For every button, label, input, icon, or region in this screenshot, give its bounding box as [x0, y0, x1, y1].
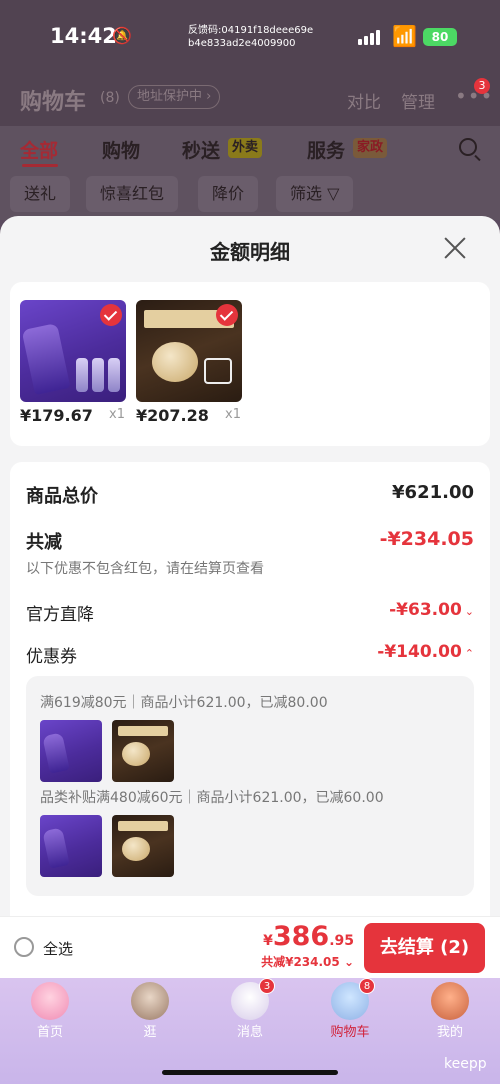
profile-avatar-icon — [431, 982, 469, 1020]
total-reduce-label: 共减 — [26, 532, 62, 553]
coupon-line: 满619减80元｜商品小计621.00，已减80.00 — [40, 695, 328, 711]
saving-summary[interactable]: 共减¥234.05 ⌄ — [261, 953, 354, 970]
message-badge: 3 — [259, 978, 275, 994]
tab-all[interactable]: 全部 — [20, 136, 58, 163]
products-card: ¥179.67 x1 ¥207.28 x1 — [10, 282, 490, 446]
coupon-value: -¥140.00 — [377, 642, 462, 662]
nav-messages[interactable]: 3 消息 — [215, 978, 285, 1040]
product-image — [20, 300, 126, 402]
bottom-tab-bar: 首页 逛 3 消息 8 购物车 我的 keepp — [0, 978, 500, 1084]
product-price: ¥179.67 — [20, 406, 93, 425]
product-qty: x1 — [225, 407, 241, 422]
coupon-detail-box: 满619减80元｜商品小计621.00，已减80.00 品类补贴满480减60元… — [26, 676, 474, 896]
amount-detail-sheet: 金额明细 ¥179.67 x1 ¥207.28 x1 商品总价 ¥621.00 … — [0, 216, 500, 978]
nav-label: 消息 — [236, 1025, 263, 1040]
filter-red-packet[interactable]: 惊喜红包 — [86, 176, 179, 212]
filter-gift[interactable]: 送礼 — [10, 176, 71, 212]
nav-label: 购物车 — [330, 1025, 370, 1040]
page-title: 购物车 — [20, 90, 87, 115]
chevron-up-icon: ⌃ — [464, 647, 474, 660]
coupon-product-image — [112, 815, 174, 877]
manage-button[interactable]: 管理 — [401, 88, 435, 113]
product-item[interactable]: ¥207.28 x1 — [136, 300, 246, 425]
filter-button[interactable]: 筛选 ▽ — [276, 176, 354, 212]
tab-shopping[interactable]: 购物 — [102, 136, 140, 163]
total-integer: 386 — [272, 921, 330, 952]
total-reduce-value: -¥234.05 — [379, 528, 474, 550]
coupon-row[interactable]: -¥140.00 ⌃ — [377, 642, 474, 662]
wifi-icon: 📶 — [392, 24, 417, 48]
feedback-line-2: b4e833ad2e4009900 — [188, 38, 296, 49]
more-badge: 3 — [474, 78, 490, 94]
official-discount-value: -¥63.00 — [389, 600, 462, 620]
home-indicator[interactable] — [162, 1070, 338, 1075]
cart-badge: 8 — [359, 978, 375, 994]
nav-label: 首页 — [36, 1025, 63, 1040]
signal-icon — [358, 30, 380, 45]
select-all-radio[interactable] — [14, 937, 34, 957]
cart-header: 购物车 (8) 地址保护中 › 对比 管理 ••• 3 — [0, 70, 500, 126]
home-avatar-icon — [31, 982, 69, 1020]
nav-profile[interactable]: 我的 — [415, 982, 485, 1040]
total-decimal: .95 — [329, 933, 354, 949]
product-qty: x1 — [109, 407, 125, 422]
currency-symbol: ¥ — [263, 933, 273, 949]
feedback-code: 反馈码:04191f18deee69e b4e833ad2e4009900 — [188, 24, 313, 50]
total-price: ¥386.95 — [263, 921, 354, 952]
category-tabs: 全部 购物 秒送 外卖 服务 家政 — [0, 126, 500, 170]
coupon-line: 品类补贴满480减60元｜商品小计621.00，已减60.00 — [40, 790, 384, 806]
tab-underline — [22, 164, 58, 167]
mute-bell-icon: 🔕 — [112, 26, 132, 45]
coupon-product-image — [40, 720, 102, 782]
nav-home[interactable]: 首页 — [15, 982, 85, 1040]
nav-explore[interactable]: 逛 — [115, 982, 185, 1040]
product-price: ¥207.28 — [136, 406, 209, 425]
selected-check-icon — [100, 304, 122, 326]
official-discount-label: 官方直降 — [26, 605, 94, 625]
message-avatar-icon: 3 — [231, 978, 275, 1020]
checkout-bar: 全选 ¥386.95 共减¥234.05 ⌄ 去结算 (2) — [0, 916, 500, 978]
chevron-down-icon: ⌄ — [464, 605, 474, 618]
nav-cart[interactable]: 8 购物车 — [315, 978, 385, 1040]
sheet-title: 金额明细 — [210, 240, 290, 264]
coupon-product-image — [112, 720, 174, 782]
tab-instant[interactable]: 秒送 — [182, 136, 220, 163]
cart-count: (8) — [100, 90, 120, 106]
coupon-product-image — [40, 815, 102, 877]
explore-avatar-icon — [131, 982, 169, 1020]
product-image — [136, 300, 242, 402]
filter-price-drop[interactable]: 降价 — [198, 176, 259, 212]
select-all-label[interactable]: 全选 — [43, 938, 73, 959]
status-bar: 14:42 🔕 反馈码:04191f18deee69e b4e833ad2e40… — [0, 0, 500, 70]
price-detail-card: 商品总价 ¥621.00 共减 -¥234.05 以下优惠不包含红包，请在结算页… — [10, 462, 490, 978]
watermark: keepp — [444, 1056, 487, 1072]
compare-button[interactable]: 对比 — [347, 88, 381, 113]
battery-indicator: 80 — [423, 28, 457, 46]
status-time: 14:42 — [50, 24, 117, 48]
search-icon[interactable] — [459, 138, 477, 156]
close-icon[interactable] — [443, 236, 467, 260]
cart-avatar-icon: 8 — [331, 978, 375, 1020]
takeout-tag: 外卖 — [228, 138, 263, 158]
coupon-label: 优惠券 — [26, 647, 77, 667]
product-item[interactable]: ¥179.67 x1 — [20, 300, 130, 425]
address-protect-pill[interactable]: 地址保护中 › — [128, 85, 221, 109]
goods-total-label: 商品总价 — [26, 486, 98, 507]
nav-label: 逛 — [143, 1025, 157, 1040]
checkout-button[interactable]: 去结算 (2) — [364, 923, 485, 973]
discount-note: 以下优惠不包含红包，请在结算页查看 — [26, 561, 264, 577]
chevron-down-icon: ⌄ — [339, 955, 354, 969]
tab-service[interactable]: 服务 — [307, 136, 345, 163]
official-discount-row[interactable]: -¥63.00 ⌄ — [389, 600, 474, 620]
saving-text: 共减¥234.05 — [261, 955, 340, 969]
filter-row: 送礼 惊喜红包 降价 筛选 ▽ — [0, 170, 500, 220]
housekeeping-tag: 家政 — [353, 138, 388, 158]
nav-label: 我的 — [436, 1025, 463, 1040]
selected-check-icon — [216, 304, 238, 326]
goods-total-value: ¥621.00 — [392, 482, 474, 503]
feedback-line-1: 反馈码:04191f18deee69e — [188, 25, 314, 36]
